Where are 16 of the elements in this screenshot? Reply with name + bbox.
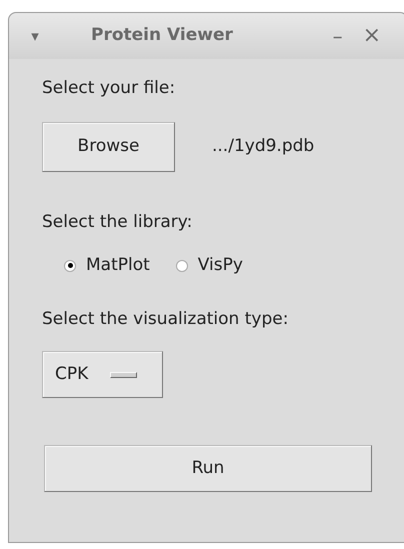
radio-option[interactable]: VisPy (176, 253, 243, 278)
radio-option[interactable]: MatPlot (64, 253, 150, 278)
close-button[interactable]: × (362, 25, 381, 47)
browse-button[interactable]: Browse (42, 122, 175, 172)
file-label: Select your file: (42, 77, 176, 100)
run-button[interactable]: Run (44, 445, 372, 492)
library-label: Select the library: (42, 210, 194, 234)
radio-button[interactable] (64, 260, 76, 272)
radio-button[interactable] (176, 260, 188, 272)
option-indicator-icon (110, 372, 138, 378)
file-path: .../1yd9.pdb (212, 134, 314, 158)
visualization-dropdown[interactable]: CPK (42, 351, 163, 398)
window-title: Protein Viewer (91, 24, 233, 48)
window-menu-button[interactable]: ▾ (25, 24, 45, 48)
minimize-button[interactable]: – (332, 21, 343, 51)
visualization-label: Select the visualization type: (42, 308, 290, 330)
